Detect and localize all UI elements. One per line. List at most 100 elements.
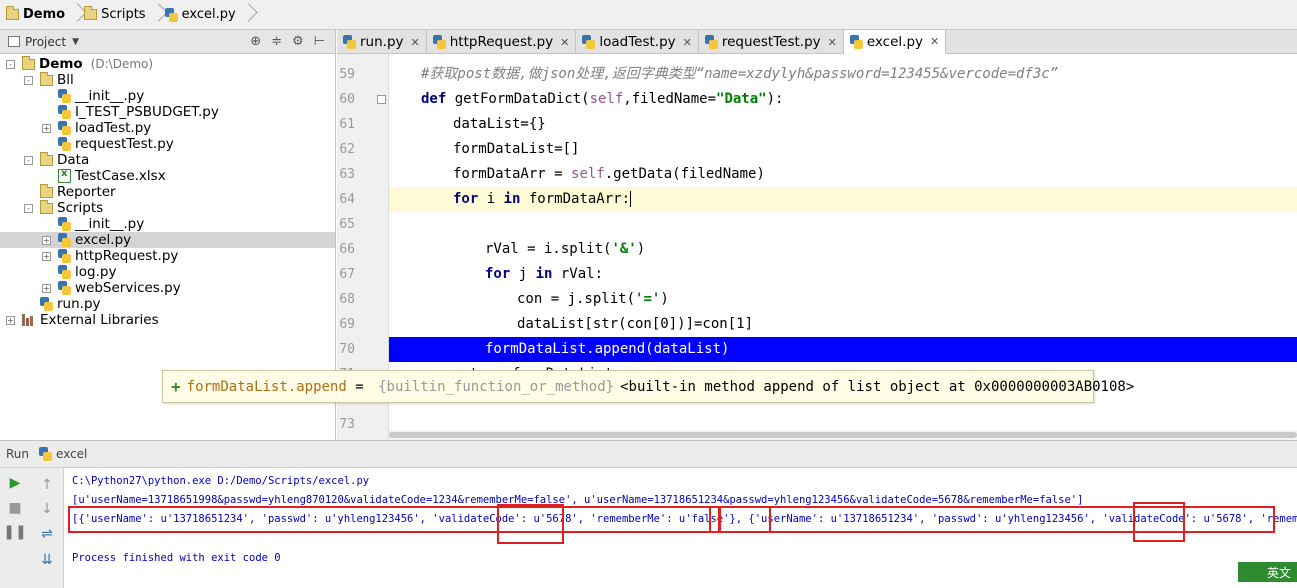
code-line-59[interactable]: #获取post数据,做json处理,返回字典类型“name=xzdylyh&pa… (389, 62, 1297, 87)
collapse-toggle-icon[interactable]: - (24, 75, 33, 85)
expand-toggle-icon[interactable]: + (42, 123, 51, 133)
line-number[interactable]: 73 (337, 412, 355, 437)
code-line-62[interactable]: formDataList=[] (389, 137, 1297, 162)
line-number[interactable]: 66 (337, 237, 355, 262)
code-token: def (421, 91, 455, 107)
code-line-68[interactable]: con = j.split('=') (389, 287, 1297, 312)
expand-toggle-icon[interactable]: + (42, 283, 51, 293)
line-number[interactable]: 64 (337, 187, 355, 212)
code-token: formDataArr = (453, 166, 572, 182)
breadcrumb-item-demo[interactable]: Demo (2, 3, 71, 27)
line-number[interactable]: 65 (337, 212, 355, 237)
code-line-63[interactable]: formDataArr = self.getData(filedName) (389, 162, 1297, 187)
collapse-toggle-icon[interactable]: - (24, 155, 33, 165)
expand-toggle-icon[interactable]: + (42, 251, 51, 261)
fold-marker-icon[interactable] (377, 95, 386, 104)
code-line-64[interactable]: for i in formDataArr: (389, 187, 1297, 212)
console-line: C:\Python27\python.exe D:/Demo/Scripts/e… (72, 475, 370, 487)
tree-item[interactable]: requestTest.py (0, 136, 335, 152)
tree-item[interactable]: - Scripts (0, 199, 335, 216)
code-token: formDataList=[] (453, 141, 580, 157)
run-config-name[interactable]: excel (56, 447, 87, 461)
hide-panel-icon[interactable]: ⊢ (314, 34, 325, 49)
annotation-highlight-box (1133, 502, 1185, 542)
close-icon[interactable]: ✕ (560, 36, 569, 49)
tree-item[interactable]: TestCase.xlsx (0, 168, 335, 184)
arrow-down-icon[interactable]: ↓ (37, 499, 57, 519)
tree-item[interactable]: __init__.py (0, 88, 335, 104)
tree-item[interactable]: + httpRequest.py (0, 248, 335, 264)
tree-item[interactable]: + External Libraries (0, 312, 335, 328)
code-line-66[interactable]: rVal = i.split('&') (389, 237, 1297, 262)
run-panel-title[interactable]: Run (6, 447, 29, 461)
tree-item-label: Reporter (57, 184, 116, 200)
tree-item[interactable]: + loadTest.py (0, 120, 335, 136)
line-number[interactable]: 68 (337, 287, 355, 312)
line-number[interactable]: 60 (337, 87, 355, 112)
arrow-up-icon[interactable]: ↑ (37, 475, 57, 495)
python-file-icon (58, 89, 71, 103)
editor-tab[interactable]: loadTest.py ✕ (576, 30, 699, 54)
line-number[interactable]: 70 (337, 337, 355, 362)
tree-item[interactable]: run.py (0, 296, 335, 312)
tree-item-label: Demo (39, 56, 83, 72)
breadcrumb-item-scripts[interactable]: Scripts (80, 3, 151, 27)
tree-item[interactable]: - Bll (0, 71, 335, 88)
tree-item[interactable]: I_TEST_PSBUDGET.py (0, 104, 335, 120)
code-line-61[interactable]: dataList={} (389, 112, 1297, 137)
soft-wrap-icon[interactable]: ⇌ (37, 524, 57, 544)
code-token: ,filedName= (623, 91, 717, 107)
collapse-toggle-icon[interactable]: - (6, 59, 15, 69)
code-token: formDataArr: (528, 191, 631, 207)
text-caret (630, 191, 632, 207)
line-number[interactable]: 62 (337, 137, 355, 162)
tree-item[interactable]: __init__.py (0, 216, 335, 232)
line-number[interactable]: 59 (337, 62, 355, 87)
tree-item[interactable]: - Data (0, 151, 335, 168)
collapse-toggle-icon[interactable]: - (24, 203, 33, 213)
run-icon[interactable]: ▶ (5, 473, 25, 493)
ime-language-indicator[interactable]: 英文 (1238, 562, 1297, 582)
expand-toggle-icon[interactable]: + (42, 235, 51, 245)
editor-tab[interactable]: httpRequest.py ✕ (427, 30, 577, 54)
close-icon[interactable]: ✕ (683, 36, 692, 49)
run-console-output[interactable]: C:\Python27\python.exe D:/Demo/Scripts/e… (64, 468, 1297, 588)
debug-value-tooltip[interactable]: + formDataList.append = {builtin_functio… (162, 370, 1134, 403)
editor-tab[interactable]: requestTest.py ✕ (699, 30, 844, 54)
code-line-70-breakpoint[interactable]: formDataList.append(dataList) (389, 337, 1297, 362)
line-number[interactable]: 63 (337, 162, 355, 187)
close-icon[interactable]: ✕ (828, 36, 837, 49)
collapse-all-icon[interactable]: ≑ (271, 34, 282, 49)
expand-icon[interactable]: + (171, 377, 181, 396)
pause-icon[interactable]: ❚❚ (3, 522, 26, 542)
expand-toggle-icon[interactable]: + (6, 315, 15, 325)
folder-icon (40, 151, 53, 166)
project-view-selector[interactable]: Project ▼ (8, 35, 128, 49)
code-line-60[interactable]: def getFormDataDict(self,filedName="Data… (389, 87, 1297, 112)
line-number[interactable]: 61 (337, 112, 355, 137)
breadcrumb-item-excel[interactable]: excel.py (161, 3, 242, 27)
tree-item-label: Scripts (57, 200, 104, 216)
excel-file-icon (58, 168, 71, 183)
scroll-to-end-icon[interactable]: ⇊ (37, 550, 57, 570)
code-line-67[interactable]: for j in rVal: (389, 262, 1297, 287)
tree-item[interactable]: - Demo (D:\Demo) (0, 55, 335, 72)
tree-item[interactable]: + excel.py (0, 232, 335, 248)
editor-tab-label: loadTest.py (599, 34, 676, 50)
stop-icon[interactable]: ■ (5, 498, 25, 518)
close-icon[interactable]: ✕ (411, 36, 420, 49)
python-file-icon (58, 265, 71, 279)
editor-horizontal-scrollbar[interactable] (389, 430, 1297, 440)
gear-icon[interactable]: ⚙ (292, 34, 304, 49)
editor-tab[interactable]: excel.py ✕ (843, 30, 947, 54)
close-icon[interactable]: ✕ (930, 35, 939, 48)
target-icon[interactable]: ⊕ (250, 34, 261, 49)
code-line-69[interactable]: dataList[str(con[0])]=con[1] (389, 312, 1297, 337)
scrollbar-thumb[interactable] (389, 432, 1297, 438)
tree-item[interactable]: + webServices.py (0, 280, 335, 296)
tree-item[interactable]: log.py (0, 264, 335, 280)
line-number[interactable]: 69 (337, 312, 355, 337)
tree-item[interactable]: Reporter (0, 183, 335, 200)
line-number[interactable]: 67 (337, 262, 355, 287)
editor-tab[interactable]: run.py ✕ (337, 30, 427, 54)
